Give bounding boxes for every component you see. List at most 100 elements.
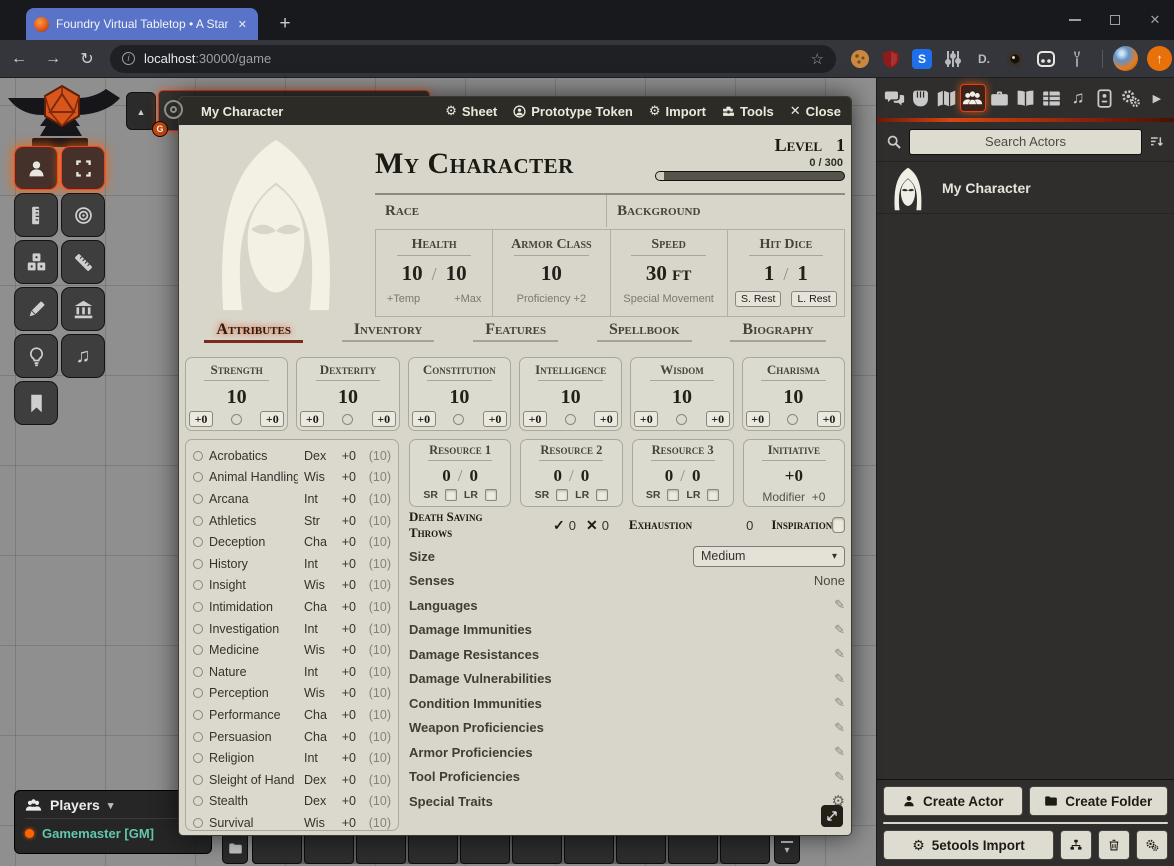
tab-chat[interactable] [881,84,907,112]
delete-button[interactable] [1098,830,1130,860]
tab-settings[interactable] [1118,84,1144,112]
browser-tab[interactable]: Foundry Virtual Tabletop • A Stan ✕ [26,8,258,40]
tab-attributes[interactable]: Attributes [204,321,303,343]
skill-modifier[interactable]: +0 [335,816,356,830]
skill-name[interactable]: Stealth [209,794,298,808]
tab-tables[interactable] [1039,84,1065,112]
race-input[interactable] [419,204,596,219]
skill-modifier[interactable]: +0 [335,514,356,528]
resource-label[interactable]: Resource 3 [633,443,733,458]
d-extension-icon[interactable]: D. [974,49,994,69]
ability-proficiency-radio[interactable] [342,414,353,425]
tab-features[interactable]: Features [473,321,558,342]
ability-score[interactable]: 10 [297,386,398,409]
skill-name[interactable]: Nature [209,665,298,679]
sr-checkbox[interactable] [556,489,568,501]
skill-name[interactable]: Survival [209,816,298,830]
macro-slot[interactable] [304,832,354,864]
ability-check-mod[interactable]: +0 [594,411,618,427]
skill-proficiency-radio[interactable] [193,645,203,655]
macro-slot[interactable] [668,832,718,864]
skill-row[interactable]: Animal Handling Wis +0 (10) [193,467,391,489]
window-maximize-button[interactable] [1096,0,1134,40]
s-extension-icon[interactable]: S [912,49,932,69]
create-actor-button[interactable]: Create Actor [883,786,1023,816]
search-input[interactable] [909,129,1142,155]
sr-checkbox[interactable] [445,489,457,501]
ability-proficiency-radio[interactable] [453,414,464,425]
skill-modifier[interactable]: +0 [335,449,356,463]
long-rest-button[interactable]: L. Rest [791,291,836,307]
skill-name[interactable]: Intimidation [209,600,298,614]
edit-trait-icon[interactable]: ✎ [834,744,845,760]
skill-proficiency-radio[interactable] [193,472,203,482]
skill-row[interactable]: History Int +0 (10) [193,553,391,575]
skill-modifier[interactable]: +0 [335,751,356,765]
skill-proficiency-radio[interactable] [193,602,203,612]
measure-distance-tool-button[interactable] [61,240,105,284]
walls-controls-button[interactable] [61,287,105,331]
skill-row[interactable]: Perception Wis +0 (10) [193,683,391,705]
macro-slot[interactable] [720,832,770,864]
tab-compendium[interactable] [1091,84,1117,112]
cookie-extension-icon[interactable] [850,49,870,69]
skill-name[interactable]: Medicine [209,643,298,657]
initiative-modifier-value[interactable]: +0 [812,490,826,504]
tab-journal[interactable] [1012,84,1038,112]
ability-check-mod[interactable]: +0 [483,411,507,427]
fork-extension-icon[interactable] [1067,49,1087,69]
edit-trait-icon[interactable]: ✎ [834,597,845,613]
ability-proficiency-radio[interactable] [231,414,242,425]
window-minimize-button[interactable] [1056,0,1094,40]
window-resize-handle[interactable] [821,805,843,827]
sort-icon[interactable] [1149,134,1165,150]
character-name-field[interactable]: My Character [375,131,655,193]
create-folder-button[interactable]: Create Folder [1029,786,1169,816]
macro-slot[interactable] [616,832,666,864]
character-portrait[interactable] [185,131,367,313]
skill-name[interactable]: History [209,557,298,571]
reload-button[interactable]: ↻ [72,49,102,69]
ability-check-mod[interactable]: +0 [260,411,284,427]
death-success-count[interactable]: 0 [569,518,576,533]
macro-folder-button[interactable] [222,832,248,864]
tab-playlists[interactable]: ♫ [1065,84,1091,112]
edit-trait-icon[interactable]: ✎ [834,720,845,736]
ublock-extension-icon[interactable] [881,49,901,69]
skill-proficiency-radio[interactable] [193,580,203,590]
skill-proficiency-radio[interactable] [193,775,203,785]
skill-proficiency-radio[interactable] [193,796,203,806]
measure-controls-button[interactable] [14,193,58,237]
edit-trait-icon[interactable]: ✎ [834,671,845,687]
tab-spellbook[interactable]: Spellbook [597,321,692,342]
skill-modifier[interactable]: +0 [335,622,356,636]
inspiration-checkbox[interactable] [832,517,845,533]
resource-value[interactable]: 0 [665,466,674,485]
ability-save-mod[interactable]: +0 [634,411,658,427]
macro-slot[interactable] [408,832,458,864]
skill-proficiency-radio[interactable] [193,624,203,634]
tab-actors[interactable] [960,84,986,112]
tab-inventory[interactable]: Inventory [342,321,435,342]
skill-modifier[interactable]: +0 [335,708,356,722]
tab-combat[interactable] [907,84,933,112]
notes-controls-button[interactable] [14,381,58,425]
skill-row[interactable]: Performance Cha +0 (10) [193,704,391,726]
ability-save-mod[interactable]: +0 [412,411,436,427]
resource-label[interactable]: Resource 2 [521,443,621,458]
background-input[interactable] [700,204,851,219]
ability-proficiency-radio[interactable] [565,414,576,425]
exhaustion-value[interactable]: 0 [746,518,753,533]
skill-name[interactable]: Arcana [209,492,298,506]
skill-proficiency-radio[interactable] [193,753,203,763]
close-button[interactable]: ✕ Close [790,103,841,119]
skill-row[interactable]: Stealth Dex +0 (10) [193,791,391,813]
xp-value[interactable]: 0 / 300 [655,157,843,169]
scene-nav-collapse-button[interactable]: ▲ [126,92,156,130]
skill-name[interactable]: Persuasion [209,730,298,744]
edit-trait-icon[interactable]: ✎ [834,622,845,638]
window-close-button[interactable]: ✕ [1136,0,1174,40]
skill-modifier[interactable]: +0 [335,557,356,571]
actor-entry[interactable]: My Character [877,162,1174,214]
skill-modifier[interactable]: +0 [335,773,356,787]
